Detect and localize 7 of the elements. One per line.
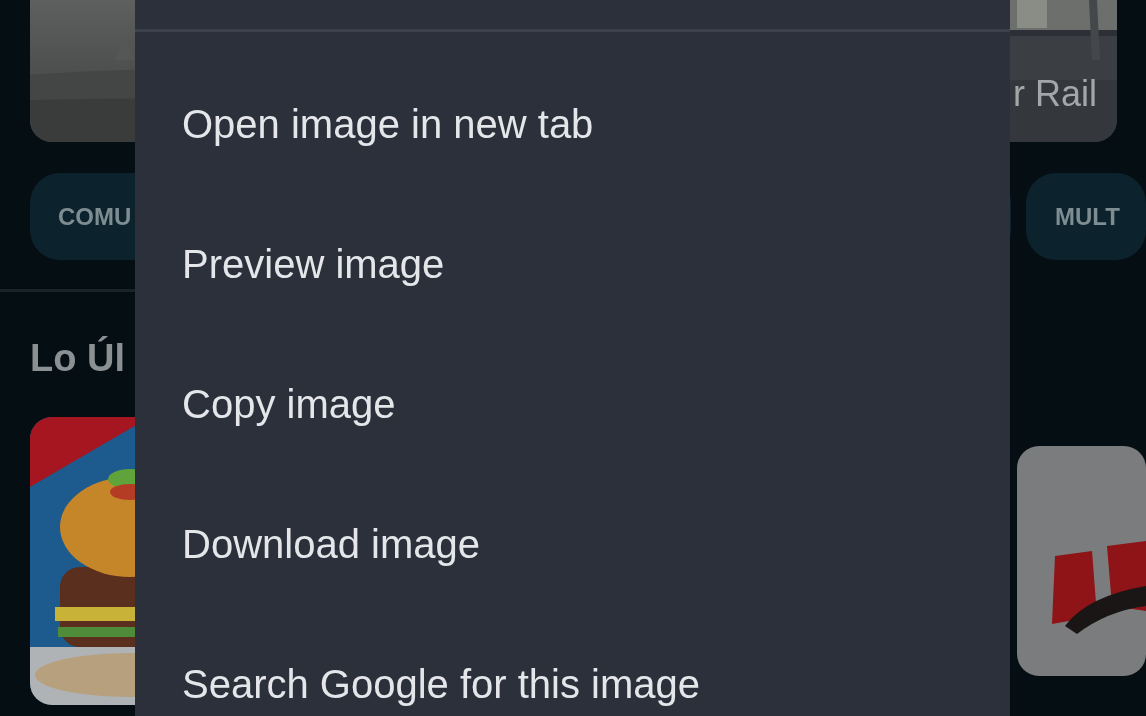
menu-item[interactable]: Copy image [135, 334, 1010, 474]
card-caption: r Rail [1012, 76, 1098, 112]
menu-item[interactable]: Preview image [135, 194, 1010, 334]
category-chip[interactable]: MULT [1026, 173, 1146, 260]
menu-item[interactable]: Download image [135, 474, 1010, 614]
menu-item[interactable]: Search Google for this image [135, 614, 1010, 716]
menu-item[interactable]: Open image in new tab [135, 54, 1010, 194]
